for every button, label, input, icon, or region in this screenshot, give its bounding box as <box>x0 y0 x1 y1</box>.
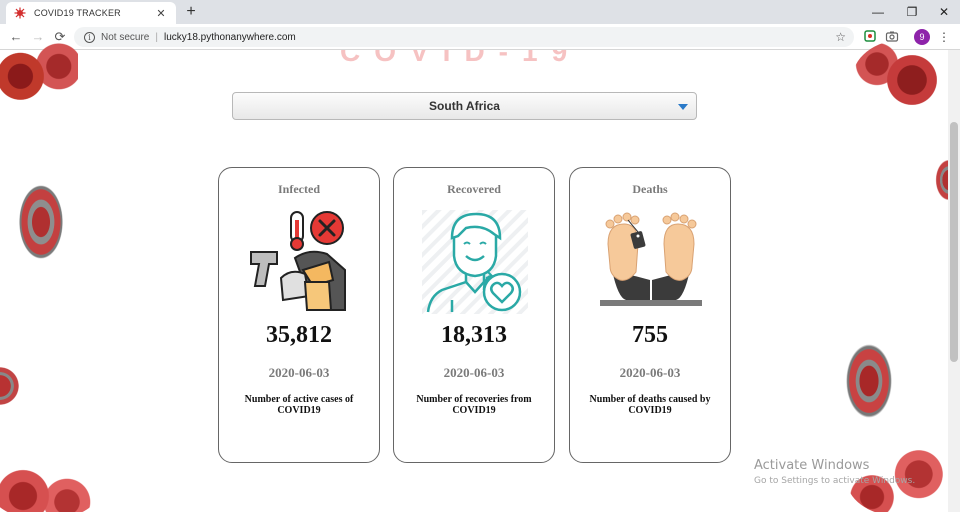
scrollbar-thumb[interactable] <box>950 122 958 362</box>
virus-decoration-icon <box>0 40 78 106</box>
tab-title: COVID19 TRACKER <box>34 8 121 18</box>
browser-toolbar: ← → ⟳ i Not secure | lucky18.pythonanywh… <box>0 24 960 50</box>
toe-tag-icon <box>598 210 704 314</box>
card-label: Deaths <box>632 182 668 196</box>
deaths-count: 755 <box>632 322 668 348</box>
thermometer-scan-icon <box>247 210 353 314</box>
deaths-card: Deaths 755 2020-06-03 Number of deaths c… <box>569 167 731 463</box>
extension-shield-icon[interactable] <box>862 29 878 45</box>
deaths-date: 2020-06-03 <box>619 365 681 380</box>
info-icon[interactable]: i <box>84 31 95 43</box>
restore-button[interactable]: ❐ <box>896 0 928 24</box>
vertical-scrollbar[interactable] <box>948 50 960 512</box>
url-text: lucky18.pythonanywhere.com <box>163 31 296 43</box>
more-menu-icon[interactable]: ⋮ <box>938 29 950 45</box>
address-bar[interactable]: i Not secure | lucky18.pythonanywhere.co… <box>74 27 854 47</box>
browser-tab[interactable]: COVID19 TRACKER ✕ <box>6 2 176 24</box>
card-label: Recovered <box>447 182 501 196</box>
infected-count: 35,812 <box>266 322 332 348</box>
virus-decoration-icon <box>852 40 952 120</box>
window-close-button[interactable]: ✕ <box>928 0 960 24</box>
watermark-title: Activate Windows <box>754 458 870 473</box>
chevron-down-icon <box>678 104 688 110</box>
infected-description: Number of active cases of COVID19 <box>244 394 354 416</box>
selected-country: South Africa <box>429 99 500 113</box>
tab-close-icon[interactable]: ✕ <box>154 7 168 20</box>
security-label: Not secure <box>101 31 150 43</box>
country-select[interactable]: South Africa <box>232 92 697 120</box>
omnibox-separator: | <box>155 31 158 43</box>
bookmark-star-icon[interactable]: ☆ <box>835 30 846 44</box>
watermark-subtitle: Go to Settings to activate Windows. <box>754 476 916 486</box>
infected-date: 2020-06-03 <box>268 365 330 380</box>
virus-favicon-icon <box>14 7 26 19</box>
virus-decoration-icon <box>10 170 72 274</box>
recovered-count: 18,313 <box>441 322 507 348</box>
new-tab-button[interactable]: + <box>182 3 200 21</box>
virus-decoration-icon <box>836 328 902 434</box>
recovered-person-icon <box>422 210 528 314</box>
deaths-description: Number of deaths caused by COVID19 <box>589 394 711 416</box>
recovered-card: Recovered 18,313 2020-06-03 Number of re… <box>393 167 555 463</box>
activate-windows-watermark: Activate Windows Go to Settings to activ… <box>754 458 915 486</box>
minimize-button[interactable]: — <box>862 0 894 24</box>
recovered-date: 2020-06-03 <box>443 365 505 380</box>
infected-card: Infected 35,812 2020-06-03 Number of act… <box>218 167 380 463</box>
card-label: Infected <box>278 182 320 196</box>
tab-strip: COVID19 TRACKER ✕ + — ❐ ✕ <box>0 0 960 24</box>
recovered-description: Number of recoveries from COVID19 <box>416 394 532 416</box>
page-header-title: COVID-19 <box>340 50 582 66</box>
